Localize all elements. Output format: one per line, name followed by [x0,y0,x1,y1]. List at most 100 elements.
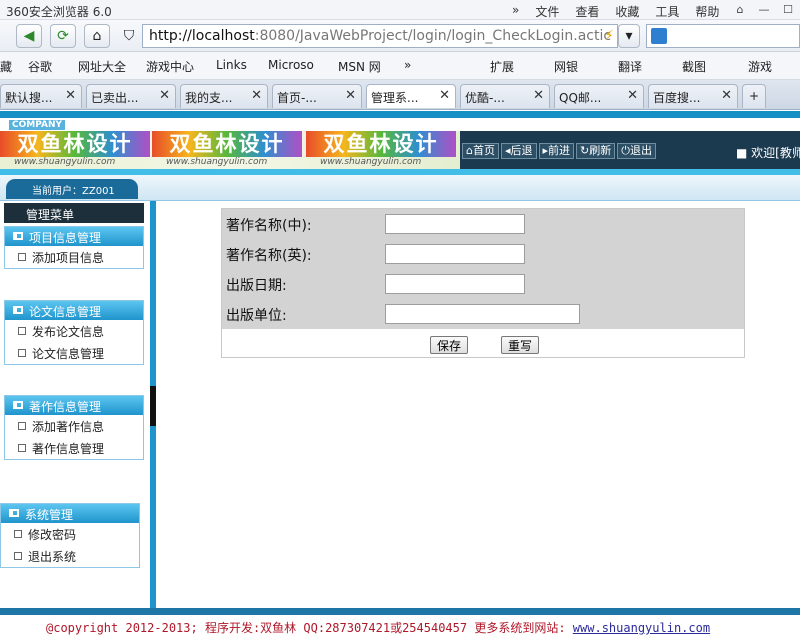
fav-item[interactable]: 藏 [0,58,12,75]
tab-7[interactable]: 百度搜... ✕ [648,84,738,108]
publish-date-input[interactable] [385,274,525,294]
group-header[interactable]: 著作信息管理 [5,396,143,415]
forward-button[interactable]: ▸前进 [538,143,575,159]
current-user: 当前用户：ZZ001 [6,179,138,199]
address-input[interactable]: http://localhost:8080/JavaWebProject/log… [142,24,618,48]
doc-icon [14,530,22,538]
sidebar-item-publish-paper[interactable]: 发布论文信息 [5,320,143,342]
menu-group-papers: 论文信息管理 发布论文信息 论文信息管理 [4,300,144,365]
menu-group-system: 系统管理 修改密码 退出系统 [0,503,140,568]
maximize-icon[interactable]: ☐ [776,0,800,18]
tab-6[interactable]: QQ邮... ✕ [554,84,644,108]
logout-button[interactable]: ⏻退出 [617,143,656,159]
sidebar-item-add-project[interactable]: 添加项目信息 [5,246,143,268]
logout-label: 退出 [629,144,652,157]
sidebar-item-manage-works[interactable]: 著作信息管理 [5,437,143,459]
close-icon[interactable]: ✕ [439,88,450,103]
browser-title-bar: 360安全浏览器 6.0 » 文件 查看 收藏 工具 帮助 ⌂ — ☐ [0,0,800,20]
shield-icon[interactable]: ⛉ [116,24,142,48]
minimize-icon[interactable]: — [752,0,776,18]
fav-more[interactable]: » [404,58,411,72]
close-icon[interactable]: ✕ [721,88,732,103]
ext-game[interactable]: 游戏 [748,58,772,75]
tab-1[interactable]: 已卖出... ✕ [86,84,176,108]
close-icon[interactable]: ✕ [251,88,262,103]
tab-5[interactable]: 优酷-... ✕ [460,84,550,108]
address-path: :8080/JavaWebProject/login/login_CheckLo… [254,28,612,44]
close-icon[interactable]: ✕ [627,88,638,103]
search-icon [651,28,667,44]
site-logo: 双鱼林设计 www.shuangyulin.com [306,131,456,169]
sidebar-item-logout[interactable]: 退出系统 [1,545,139,567]
menu-favorites[interactable]: 收藏 [615,3,639,20]
sidebar-splitter[interactable] [150,201,156,611]
save-button[interactable]: 保存 [430,336,469,354]
menu-more[interactable]: » [512,3,519,20]
refresh-button[interactable]: ↻刷新 [576,143,616,159]
close-icon[interactable]: ✕ [159,88,170,103]
menu-group-icon [13,401,23,409]
doc-icon [18,253,26,261]
work-name-en-input[interactable] [385,244,525,264]
fav-microsoft[interactable]: Microso [268,58,314,72]
publisher-input[interactable] [385,304,580,324]
logo-text: 双鱼林设计 [0,131,150,157]
welcome-text: ■ 欢迎[教师 [736,144,800,161]
chevron-down-icon[interactable]: ▾ [618,24,640,48]
tab-2[interactable]: 我的支... ✕ [180,84,268,108]
logo-url: www.shuangyulin.com [320,157,422,167]
sidebar-item-change-password[interactable]: 修改密码 [1,523,139,545]
tab-4-active[interactable]: 管理系... ✕ [366,84,456,108]
window-controls: ⌂ — ☐ [728,0,800,18]
footer: @copyright 2012-2013; 程序开发:双鱼林 QQ:287307… [0,616,800,638]
collapse-handle[interactable] [150,386,156,426]
close-icon[interactable]: ✕ [533,88,544,103]
menu-group-icon [9,509,19,517]
group-header[interactable]: 论文信息管理 [5,301,143,320]
sidebar-item-manage-papers[interactable]: 论文信息管理 [5,342,143,364]
fav-google[interactable]: 谷歌 [28,58,52,75]
ext-translate[interactable]: 翻译 [618,58,642,75]
menu-tools[interactable]: 工具 [655,3,679,20]
ext-bank[interactable]: 网银 [554,58,578,75]
fav-msn[interactable]: MSN 网 [338,58,381,75]
menu-help[interactable]: 帮助 [695,3,719,20]
item-label: 退出系统 [28,550,77,564]
group-header[interactable]: 项目信息管理 [5,227,143,246]
skin-icon[interactable]: ⌂ [728,0,752,18]
close-icon[interactable]: ✕ [65,88,76,103]
close-icon[interactable]: ✕ [345,88,356,103]
sidebar-item-add-work[interactable]: 添加著作信息 [5,415,143,437]
menu-view[interactable]: 查看 [575,3,599,20]
fav-games[interactable]: 游戏中心 [146,58,194,75]
group-header[interactable]: 系统管理 [1,504,139,523]
new-tab-button[interactable]: + [742,84,766,108]
work-name-cn-input[interactable] [385,214,525,234]
reset-button[interactable]: 重写 [501,336,540,354]
site-logo: 双鱼林设计 www.shuangyulin.com [0,131,150,169]
back-button[interactable]: ◂后退 [500,143,537,159]
address-host: http://localhost [149,28,255,44]
search-input[interactable] [646,24,800,48]
group-title: 著作信息管理 [29,400,102,414]
menu-file[interactable]: 文件 [535,3,559,20]
ext-extensions[interactable]: 扩展 [490,58,514,75]
tab-0[interactable]: 默认搜... ✕ [0,84,82,108]
fav-links[interactable]: Links [216,58,247,72]
logo-url: www.shuangyulin.com [166,157,268,167]
back-icon[interactable]: ◀ [16,24,42,48]
home-label: 首页 [472,144,495,157]
tab-label: 已卖出... [91,91,139,105]
welcome-label: 欢迎[教师 [751,146,800,160]
refresh-icon[interactable]: ⟳ [50,24,76,48]
forward-label: 前进 [548,144,571,157]
field-label: 著作名称(中): [226,218,312,234]
home-icon[interactable]: ⌂ [84,24,110,48]
tab-3[interactable]: 首页-... ✕ [272,84,362,108]
footer-divider [0,608,800,615]
home-button[interactable]: ⌂首页 [462,143,499,159]
footer-link[interactable]: www.shuangyulin.com [573,621,710,635]
field-label: 著作名称(英): [226,248,312,264]
ext-screenshot[interactable]: 截图 [682,58,706,75]
fav-hao[interactable]: 网址大全 [78,58,126,75]
